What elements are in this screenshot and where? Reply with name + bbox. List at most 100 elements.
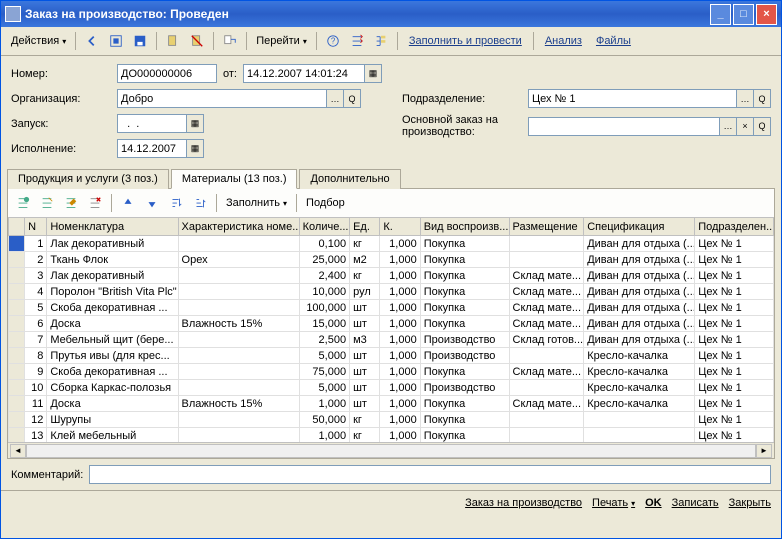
sort-asc-icon[interactable]	[165, 192, 187, 214]
cell-n[interactable]: 6	[25, 316, 47, 332]
cell-placement[interactable]	[509, 348, 584, 364]
cell-k[interactable]: 1,000	[380, 380, 420, 396]
cell-unit[interactable]: шт	[350, 300, 380, 316]
cell-specification[interactable]	[584, 412, 695, 428]
calendar-icon[interactable]: ▦	[365, 64, 382, 83]
cell-k[interactable]: 1,000	[380, 332, 420, 348]
cell-specification[interactable]: Диван для отдыха (...	[584, 332, 695, 348]
subdiv-input[interactable]	[528, 89, 737, 108]
cell-nomenclature[interactable]: Мебельный щит (бере...	[47, 332, 178, 348]
cell-subdivision[interactable]: Цех № 1	[695, 380, 774, 396]
cell-specification[interactable]: Кресло-качалка	[584, 348, 695, 364]
basedon-icon[interactable]	[219, 30, 241, 52]
cell-n[interactable]: 3	[25, 268, 47, 284]
cell-placement[interactable]	[509, 252, 584, 268]
cell-n[interactable]: 8	[25, 348, 47, 364]
cell-nomenclature[interactable]: Шурупы	[47, 412, 178, 428]
ellipsis-icon[interactable]: …	[327, 89, 344, 108]
cell-subdivision[interactable]: Цех № 1	[695, 300, 774, 316]
tab-products[interactable]: Продукция и услуги (3 поз.)	[7, 169, 169, 189]
ok-button[interactable]: OK	[645, 497, 662, 509]
save-button[interactable]: Записать	[672, 497, 719, 509]
col-characteristic[interactable]: Характеристика номе...	[178, 218, 299, 236]
close-button[interactable]: ×	[756, 4, 777, 25]
cell-specification[interactable]: Кресло-качалка	[584, 364, 695, 380]
delete-row-icon[interactable]	[84, 192, 106, 214]
cell-reproduction[interactable]: Производство	[420, 332, 509, 348]
cell-n[interactable]: 1	[25, 236, 47, 252]
cell-nomenclature[interactable]: Скоба декоративная ...	[47, 300, 178, 316]
cell-subdivision[interactable]: Цех № 1	[695, 364, 774, 380]
select-button[interactable]: Подбор	[302, 192, 349, 214]
cell-characteristic[interactable]	[178, 348, 299, 364]
cell-unit[interactable]: кг	[350, 236, 380, 252]
cell-nomenclature[interactable]: Сборка Каркас-полозья	[47, 380, 178, 396]
table-row[interactable]: 5 Скоба декоративная ... 100,000 шт 1,00…	[9, 300, 774, 316]
goto-menu[interactable]: Перейти	[252, 30, 311, 52]
cell-placement[interactable]	[509, 412, 584, 428]
table-row[interactable]: 4 Поролон "British Vita Plc" 10,000 рул …	[9, 284, 774, 300]
table-row[interactable]: 10 Сборка Каркас-полозья 5,000 шт 1,000 …	[9, 380, 774, 396]
cell-k[interactable]: 1,000	[380, 284, 420, 300]
close-button[interactable]: Закрыть	[729, 497, 771, 509]
move-up-icon[interactable]	[117, 192, 139, 214]
cell-reproduction[interactable]: Покупка	[420, 284, 509, 300]
cell-unit[interactable]: м2	[350, 252, 380, 268]
cell-subdivision[interactable]: Цех № 1	[695, 316, 774, 332]
cell-nomenclature[interactable]: Скоба декоративная ...	[47, 364, 178, 380]
cell-specification[interactable]: Диван для отдыха (...	[584, 268, 695, 284]
cell-nomenclature[interactable]: Прутья ивы (для крес...	[47, 348, 178, 364]
cell-unit[interactable]: м3	[350, 332, 380, 348]
cell-unit[interactable]: шт	[350, 348, 380, 364]
exec-input[interactable]	[117, 139, 187, 158]
table-row[interactable]: 6 Доска Влажность 15% 15,000 шт 1,000 По…	[9, 316, 774, 332]
cell-unit[interactable]: шт	[350, 396, 380, 412]
comment-input[interactable]	[89, 465, 771, 484]
tab-additional[interactable]: Дополнительно	[299, 169, 400, 189]
add-row-icon[interactable]	[12, 192, 34, 214]
cell-placement[interactable]: Склад мате...	[509, 300, 584, 316]
cell-specification[interactable]: Диван для отдыха (...	[584, 252, 695, 268]
horizontal-scrollbar[interactable]: ◄ ►	[8, 442, 774, 458]
cell-quantity[interactable]: 25,000	[299, 252, 349, 268]
cell-unit[interactable]: рул	[350, 284, 380, 300]
sort-desc-icon[interactable]	[189, 192, 211, 214]
table-row[interactable]: 11 Доска Влажность 15% 1,000 шт 1,000 По…	[9, 396, 774, 412]
col-reproduction[interactable]: Вид воспроизв...	[420, 218, 509, 236]
fill-menu[interactable]: Заполнить	[222, 192, 291, 214]
cell-characteristic[interactable]	[178, 300, 299, 316]
clear-icon[interactable]: ×	[737, 117, 754, 136]
cell-placement[interactable]: Склад готов...	[509, 332, 584, 348]
cell-nomenclature[interactable]: Поролон "British Vita Plc"	[47, 284, 178, 300]
cell-characteristic[interactable]: Орех	[178, 252, 299, 268]
lookup-icon[interactable]: Q	[754, 89, 771, 108]
number-input[interactable]	[117, 64, 217, 83]
table-row[interactable]: 2 Ткань Флок Орех 25,000 м2 1,000 Покупк…	[9, 252, 774, 268]
cell-characteristic[interactable]	[178, 412, 299, 428]
cell-n[interactable]: 4	[25, 284, 47, 300]
col-placement[interactable]: Размещение	[509, 218, 584, 236]
cell-quantity[interactable]: 50,000	[299, 412, 349, 428]
cell-unit[interactable]: шт	[350, 316, 380, 332]
cell-quantity[interactable]: 2,500	[299, 332, 349, 348]
cell-characteristic[interactable]	[178, 332, 299, 348]
tab-materials[interactable]: Материалы (13 поз.)	[171, 169, 298, 189]
cell-quantity[interactable]: 15,000	[299, 316, 349, 332]
cell-unit[interactable]: шт	[350, 380, 380, 396]
calendar-icon[interactable]: ▦	[187, 114, 204, 133]
cell-quantity[interactable]: 1,000	[299, 396, 349, 412]
col-n[interactable]: N	[25, 218, 47, 236]
table-row[interactable]: 3 Лак декоративный 2,400 кг 1,000 Покупк…	[9, 268, 774, 284]
cell-unit[interactable]: кг	[350, 412, 380, 428]
copy-row-icon[interactable]	[36, 192, 58, 214]
cell-quantity[interactable]: 2,400	[299, 268, 349, 284]
help-icon[interactable]: ?	[322, 30, 344, 52]
print-button[interactable]: Печать	[592, 497, 635, 509]
cell-n[interactable]: 10	[25, 380, 47, 396]
cell-specification[interactable]: Кресло-качалка	[584, 380, 695, 396]
cell-subdivision[interactable]: Цех № 1	[695, 332, 774, 348]
post-icon[interactable]	[162, 30, 184, 52]
move-down-icon[interactable]	[141, 192, 163, 214]
cell-n[interactable]: 2	[25, 252, 47, 268]
col-unit[interactable]: Ед.	[350, 218, 380, 236]
